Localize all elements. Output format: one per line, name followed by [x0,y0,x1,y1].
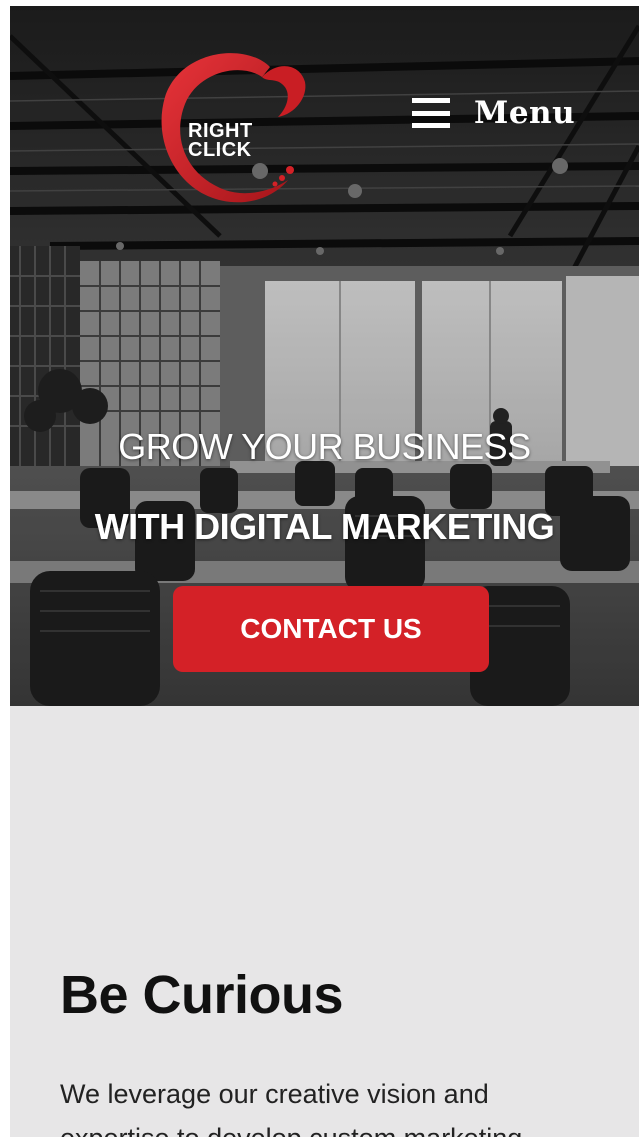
menu-label: Menu [474,95,576,131]
section-body-text: We leverage our creative vision and expe… [60,1079,522,1137]
section-title: Be Curious [60,965,344,1025]
hamburger-menu-icon [412,98,450,128]
hero-headline-line2: WITH DIGITAL MARKETING [94,506,555,547]
logo-wordmark: RIGHT CLICK [188,121,253,161]
logo-text-line2: CLICK [188,139,252,161]
hero-headline-line1: GROW YOUR BUSINESS [118,426,531,467]
menu-button[interactable]: Menu [412,88,575,138]
contact-us-button[interactable]: CONTACT US [173,586,489,672]
page: RIGHT CLICK Menu GROW YOUR BUSINESS WITH… [0,0,639,1137]
hero-section: RIGHT CLICK Menu GROW YOUR BUSINESS WITH… [10,6,639,706]
about-section: Be Curious We leverage our creative visi… [10,706,639,1137]
right-click-logo[interactable]: RIGHT CLICK [150,42,310,217]
